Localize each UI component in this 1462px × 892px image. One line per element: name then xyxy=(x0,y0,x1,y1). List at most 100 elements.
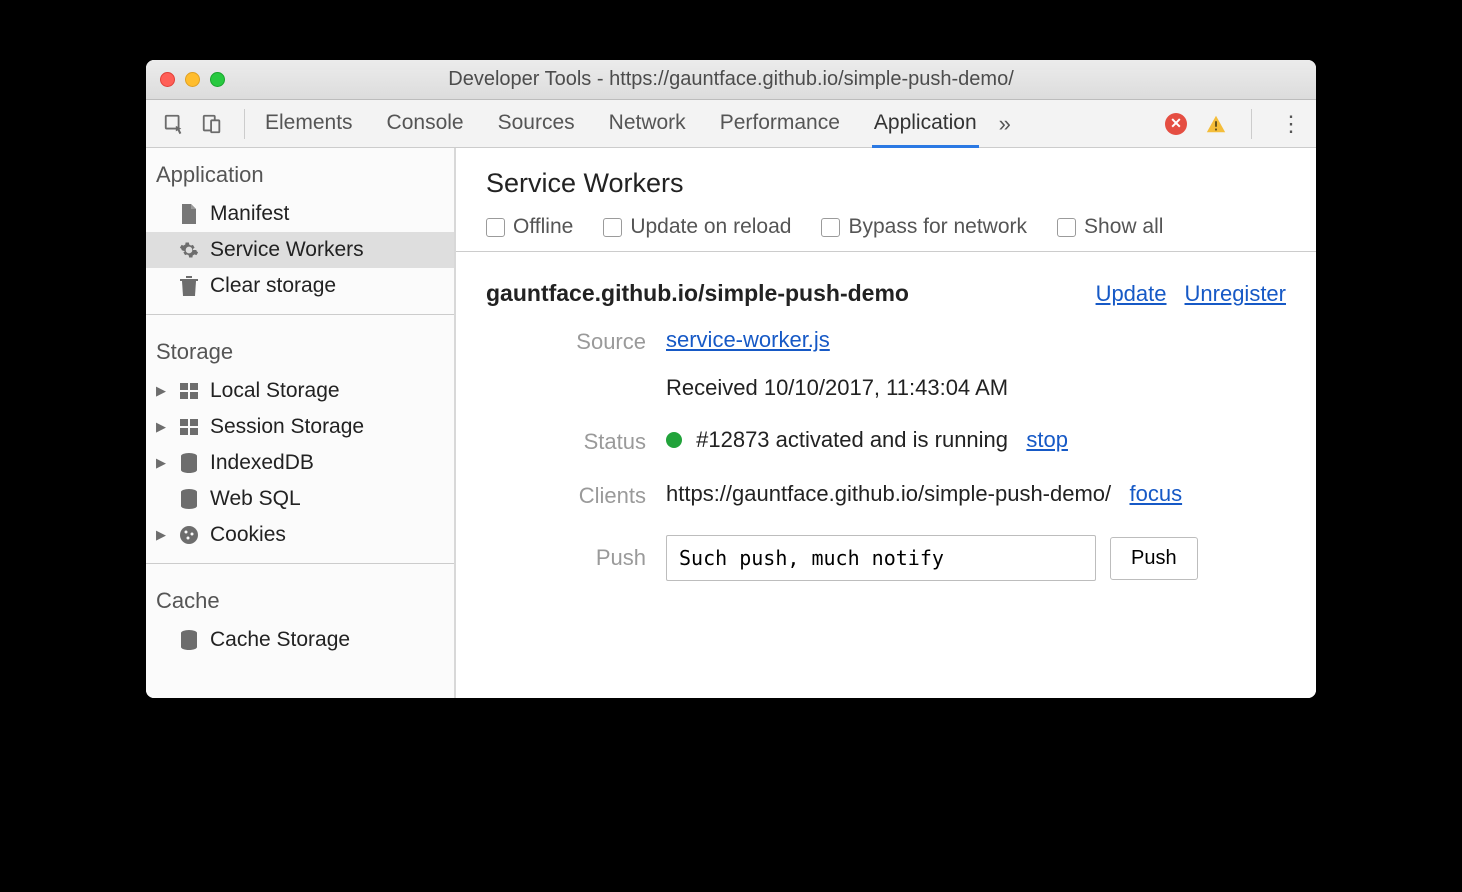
more-tabs-icon[interactable]: » xyxy=(999,111,1011,137)
sidebar-item-label: Local Storage xyxy=(210,379,340,403)
checkbox-icon xyxy=(1057,218,1076,237)
expand-icon[interactable]: ▶ xyxy=(156,419,168,435)
cookie-icon xyxy=(178,525,200,545)
stop-link[interactable]: stop xyxy=(1026,427,1068,452)
maximize-window-button[interactable] xyxy=(210,72,225,87)
source-value: service-worker.js Received 10/10/2017, 1… xyxy=(666,327,1286,401)
clients-value: https://gauntface.github.io/simple-push-… xyxy=(666,481,1286,507)
tab-network[interactable]: Network xyxy=(607,101,688,147)
sidebar-item-manifest[interactable]: Manifest xyxy=(146,196,454,232)
sidebar-item-label: Service Workers xyxy=(210,238,364,262)
titlebar: Developer Tools - https://gauntface.gith… xyxy=(146,60,1316,100)
scope-url: gauntface.github.io/simple-push-demo xyxy=(486,280,909,307)
sidebar-item-session-storage[interactable]: ▶ Session Storage xyxy=(146,409,454,445)
sidebar-separator xyxy=(146,563,454,564)
expand-icon[interactable]: ▶ xyxy=(156,383,168,399)
tab-performance[interactable]: Performance xyxy=(718,101,842,147)
database-icon xyxy=(178,453,200,473)
sidebar-item-service-workers[interactable]: Service Workers xyxy=(146,232,454,268)
panel-header: Service Workers Offline Update on reload… xyxy=(456,148,1316,251)
file-icon xyxy=(178,204,200,224)
status-dot-icon xyxy=(666,432,682,448)
grid-icon xyxy=(178,419,200,435)
push-label: Push xyxy=(486,535,646,571)
checkbox-label: Offline xyxy=(513,215,573,239)
sidebar-item-cookies[interactable]: ▶ Cookies xyxy=(146,517,454,553)
application-sidebar: Application Manifest Service Workers xyxy=(146,148,456,698)
expand-icon[interactable]: ▶ xyxy=(156,455,168,471)
database-icon xyxy=(178,630,200,650)
checkbox-icon xyxy=(821,218,840,237)
scope-actions: Update Unregister xyxy=(1096,281,1286,307)
sidebar-item-websql[interactable]: Web SQL xyxy=(146,481,454,517)
toolbar-separator xyxy=(1251,109,1252,139)
source-label: Source xyxy=(486,327,646,355)
devtools-toolbar: Elements Console Sources Network Perform… xyxy=(146,100,1316,148)
gear-icon xyxy=(178,240,200,260)
checkbox-label: Bypass for network xyxy=(848,215,1027,239)
source-file-link[interactable]: service-worker.js xyxy=(666,327,830,352)
sidebar-item-label: IndexedDB xyxy=(210,451,314,475)
devtools-tabs: Elements Console Sources Network Perform… xyxy=(263,101,979,147)
sidebar-item-cache-storage[interactable]: Cache Storage xyxy=(146,622,454,658)
offline-checkbox[interactable]: Offline xyxy=(486,215,573,239)
sidebar-section-storage: Storage xyxy=(146,325,454,373)
sidebar-item-label: Web SQL xyxy=(210,487,301,511)
devtools-window: Developer Tools - https://gauntface.gith… xyxy=(146,60,1316,698)
update-link[interactable]: Update xyxy=(1096,281,1167,307)
focus-link[interactable]: focus xyxy=(1130,481,1183,506)
service-workers-panel: Service Workers Offline Update on reload… xyxy=(456,148,1316,698)
sidebar-section-cache: Cache xyxy=(146,574,454,622)
panel-title: Service Workers xyxy=(486,168,1286,199)
details-grid: Source service-worker.js Received 10/10/… xyxy=(456,317,1316,611)
sidebar-item-label: Clear storage xyxy=(210,274,336,298)
grid-icon xyxy=(178,383,200,399)
trash-icon xyxy=(178,276,200,296)
status-label: Status xyxy=(486,427,646,455)
sidebar-section-application: Application xyxy=(146,148,454,196)
panel-options: Offline Update on reload Bypass for netw… xyxy=(486,215,1286,239)
expand-icon[interactable]: ▶ xyxy=(156,527,168,543)
inspect-element-icon[interactable] xyxy=(160,110,188,138)
tab-application[interactable]: Application xyxy=(872,101,979,148)
sidebar-item-label: Session Storage xyxy=(210,415,364,439)
status-text: #12873 activated and is running xyxy=(696,427,1008,452)
sidebar-item-label: Cache Storage xyxy=(210,628,350,652)
error-icon[interactable]: ✕ xyxy=(1165,113,1187,135)
sidebar-item-label: Manifest xyxy=(210,202,289,226)
sidebar-item-clear-storage[interactable]: Clear storage xyxy=(146,268,454,304)
device-toolbar-icon[interactable] xyxy=(198,110,226,138)
unregister-link[interactable]: Unregister xyxy=(1185,281,1286,307)
client-url: https://gauntface.github.io/simple-push-… xyxy=(666,481,1111,506)
warning-icon[interactable] xyxy=(1205,113,1227,135)
window-controls xyxy=(160,72,225,87)
toolbar-separator xyxy=(244,109,245,139)
push-row: Push xyxy=(666,535,1286,581)
close-window-button[interactable] xyxy=(160,72,175,87)
checkbox-icon xyxy=(603,218,622,237)
checkbox-icon xyxy=(486,218,505,237)
checkbox-label: Show all xyxy=(1084,215,1163,239)
minimize-window-button[interactable] xyxy=(185,72,200,87)
sidebar-item-label: Cookies xyxy=(210,523,286,547)
sidebar-item-local-storage[interactable]: ▶ Local Storage xyxy=(146,373,454,409)
database-icon xyxy=(178,489,200,509)
clients-label: Clients xyxy=(486,481,646,509)
tab-console[interactable]: Console xyxy=(385,101,466,147)
window-title: Developer Tools - https://gauntface.gith… xyxy=(146,68,1316,91)
devtools-body: Application Manifest Service Workers xyxy=(146,148,1316,698)
push-input[interactable] xyxy=(666,535,1096,581)
bypass-for-network-checkbox[interactable]: Bypass for network xyxy=(821,215,1027,239)
checkbox-label: Update on reload xyxy=(630,215,791,239)
tab-elements[interactable]: Elements xyxy=(263,101,355,147)
scope-row: gauntface.github.io/simple-push-demo Upd… xyxy=(456,252,1316,317)
update-on-reload-checkbox[interactable]: Update on reload xyxy=(603,215,791,239)
settings-menu-icon[interactable]: ⋮ xyxy=(1280,111,1302,137)
push-button[interactable]: Push xyxy=(1110,537,1198,580)
sidebar-item-indexeddb[interactable]: ▶ IndexedDB xyxy=(146,445,454,481)
sidebar-separator xyxy=(146,314,454,315)
show-all-checkbox[interactable]: Show all xyxy=(1057,215,1163,239)
source-received: Received 10/10/2017, 11:43:04 AM xyxy=(666,375,1286,401)
status-value: #12873 activated and is running stop xyxy=(666,427,1286,453)
tab-sources[interactable]: Sources xyxy=(496,101,577,147)
